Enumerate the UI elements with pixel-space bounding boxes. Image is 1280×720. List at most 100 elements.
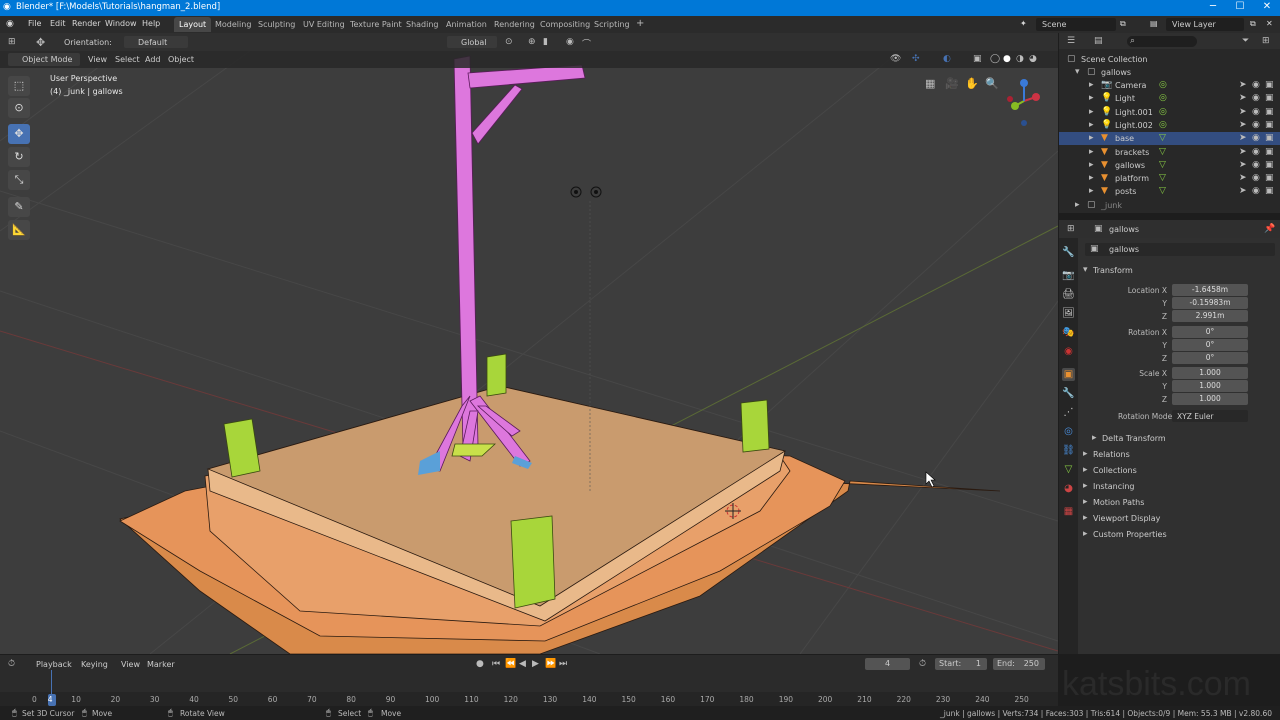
next-keyframe-icon[interactable]: ⏩: [545, 659, 556, 669]
xray-icon[interactable]: ▣: [973, 54, 982, 64]
menu-marker[interactable]: Marker: [147, 660, 175, 669]
tab-shading[interactable]: Shading: [401, 17, 444, 32]
maximize-button[interactable]: ☐: [1228, 1, 1252, 12]
render-camera-icon[interactable]: ▣: [1265, 147, 1274, 157]
prev-keyframe-icon[interactable]: ⏪: [505, 659, 516, 669]
selectable-icon[interactable]: ➤: [1239, 173, 1247, 183]
menu-file[interactable]: File: [28, 19, 41, 28]
location-z-field[interactable]: 2.991m: [1172, 310, 1248, 322]
camera-icon[interactable]: 🎥: [945, 77, 959, 90]
tab-rendering[interactable]: Rendering: [489, 17, 540, 32]
visibility-icon[interactable]: 👁: [890, 54, 901, 64]
render-camera-icon[interactable]: ▣: [1265, 186, 1274, 196]
clock-icon[interactable]: ⏱: [919, 659, 926, 669]
menu-help[interactable]: Help: [142, 19, 160, 28]
section-delta-transform[interactable]: ▸ Delta Transform: [1090, 432, 1280, 446]
filter-icon[interactable]: ⏷: [1242, 36, 1249, 46]
light-objects[interactable]: [570, 186, 602, 198]
visibility-eye-icon[interactable]: ◉: [1252, 147, 1260, 157]
outliner-item-light-002[interactable]: ▸ 💡 Light.002 ◎ ➤ ◉ ▣: [1059, 119, 1280, 132]
constraints-tab-icon[interactable]: ⛓: [1062, 444, 1075, 457]
section-custom-properties[interactable]: ▸ Custom Properties: [1081, 528, 1271, 542]
play-icon[interactable]: ▶: [532, 659, 539, 669]
rotation-y-field[interactable]: 0°: [1172, 339, 1248, 351]
view-layer-selector[interactable]: View Layer: [1166, 18, 1244, 31]
expand-arrow-icon[interactable]: ▸: [1089, 80, 1094, 90]
outliner-item-light-001[interactable]: ▸ 💡 Light.001 ◎ ➤ ◉ ▣: [1059, 106, 1280, 119]
scene-tab-icon[interactable]: 🎭: [1062, 326, 1075, 339]
tab-scripting[interactable]: Scripting: [589, 17, 635, 32]
orientation-dropdown[interactable]: Default: [124, 36, 188, 48]
modifier-tab-icon[interactable]: 🔧: [1062, 387, 1075, 400]
visibility-eye-icon[interactable]: ◉: [1252, 160, 1260, 170]
outliner-scene-collection[interactable]: ▢ Scene Collection: [1059, 53, 1280, 66]
outliner-item-base[interactable]: ▸ ▼ base ▽ ➤ ◉ ▣: [1059, 132, 1280, 146]
select-box-tool[interactable]: ⬚: [8, 76, 30, 96]
section-viewport-display[interactable]: ▸ Viewport Display: [1081, 512, 1271, 526]
record-icon[interactable]: ●: [476, 659, 484, 669]
tab-layout[interactable]: Layout: [174, 17, 212, 32]
snap-icon[interactable]: ⊕: [528, 37, 536, 47]
material-shading-icon[interactable]: ◑: [1016, 54, 1024, 64]
proportional-editing-icon[interactable]: ◉: [566, 37, 574, 47]
3d-viewport[interactable]: Object Mode View Select Add Object 👁 ✣ ◐…: [0, 51, 1058, 654]
selectable-icon[interactable]: ➤: [1239, 186, 1247, 196]
expand-arrow-icon[interactable]: ▸: [1089, 120, 1094, 130]
expand-arrow-icon[interactable]: ▸: [1075, 200, 1080, 210]
overlay-icon[interactable]: ◐: [943, 54, 951, 64]
scale-tool[interactable]: ⤡: [8, 170, 30, 190]
data-tab-icon[interactable]: ▽: [1062, 463, 1075, 476]
selectable-icon[interactable]: ➤: [1239, 107, 1247, 117]
menu-timeline-view[interactable]: View: [121, 660, 140, 669]
start-frame-field[interactable]: Start: 1: [935, 658, 987, 670]
outliner-collection-junk[interactable]: ▸ ▢ _junk: [1059, 199, 1280, 212]
pan-hand-icon[interactable]: ✋: [965, 77, 979, 90]
menu-playback[interactable]: Playback: [36, 660, 72, 669]
physics-tab-icon[interactable]: ◎: [1062, 425, 1075, 438]
properties-editor-icon[interactable]: ⊞: [1067, 224, 1075, 234]
outliner-item-posts[interactable]: ▸ ▼ posts ▽ ➤ ◉ ▣: [1059, 185, 1280, 198]
expand-arrow-icon[interactable]: ▸: [1089, 93, 1094, 103]
jump-start-icon[interactable]: ⏮: [492, 659, 500, 669]
rotate-tool[interactable]: ↻: [8, 147, 30, 167]
viewport-scene[interactable]: [0, 51, 1058, 654]
expand-arrow-icon[interactable]: ▸: [1089, 173, 1094, 183]
render-tab-icon[interactable]: 📷: [1062, 269, 1075, 282]
display-mode-icon[interactable]: ▤: [1094, 36, 1103, 46]
scale-z-field[interactable]: 1.000: [1172, 393, 1248, 405]
expand-arrow-icon[interactable]: ▸: [1089, 133, 1094, 143]
visibility-eye-icon[interactable]: ◉: [1252, 133, 1260, 143]
scene-icon[interactable]: ✦: [1020, 19, 1027, 28]
measure-tool[interactable]: 📐: [8, 220, 30, 240]
section-relations[interactable]: ▸ Relations: [1081, 448, 1271, 462]
menu-object[interactable]: Object: [168, 55, 194, 64]
tab-uv-editing[interactable]: UV Editing: [298, 17, 350, 32]
outliner-item-brackets[interactable]: ▸ ▼ brackets ▽ ➤ ◉ ▣: [1059, 146, 1280, 159]
move-tool[interactable]: ✥: [8, 124, 30, 144]
annotate-tool[interactable]: ✎: [8, 197, 30, 217]
expand-arrow-icon[interactable]: ▸: [1089, 147, 1094, 157]
outliner-item-gallows[interactable]: ▸ ▼ gallows ▽ ➤ ◉ ▣: [1059, 159, 1280, 172]
view-layer-tab-icon[interactable]: 🖼: [1062, 307, 1075, 320]
visibility-eye-icon[interactable]: ◉: [1252, 120, 1260, 130]
blender-menu-icon[interactable]: ◉: [6, 19, 14, 29]
menu-edit[interactable]: Edit: [50, 19, 66, 28]
rotation-x-field[interactable]: 0°: [1172, 326, 1248, 338]
render-camera-icon[interactable]: ▣: [1265, 160, 1274, 170]
section-collections[interactable]: ▸ Collections: [1081, 464, 1271, 478]
selectable-icon[interactable]: ➤: [1239, 80, 1247, 90]
rendered-shading-icon[interactable]: ◕: [1029, 54, 1037, 64]
expand-arrow-icon[interactable]: ▸: [1089, 160, 1094, 170]
outliner-collection-gallows[interactable]: ▾ ▢ gallows: [1059, 66, 1280, 79]
outliner-item-light[interactable]: ▸ 💡 Light ◎ ➤ ◉ ▣: [1059, 92, 1280, 105]
view-layer-icon[interactable]: ▤: [1150, 19, 1158, 28]
render-camera-icon[interactable]: ▣: [1265, 133, 1274, 143]
selectable-icon[interactable]: ➤: [1239, 160, 1247, 170]
expand-arrow-icon[interactable]: ▸: [1089, 107, 1094, 117]
solid-shading-icon[interactable]: ●: [1003, 54, 1011, 64]
texture-tab-icon[interactable]: ▦: [1062, 505, 1075, 518]
output-tab-icon[interactable]: 🖨: [1062, 288, 1075, 301]
render-camera-icon[interactable]: ▣: [1265, 80, 1274, 90]
section-instancing[interactable]: ▸ Instancing: [1081, 480, 1271, 494]
scale-x-field[interactable]: 1.000: [1172, 367, 1248, 379]
